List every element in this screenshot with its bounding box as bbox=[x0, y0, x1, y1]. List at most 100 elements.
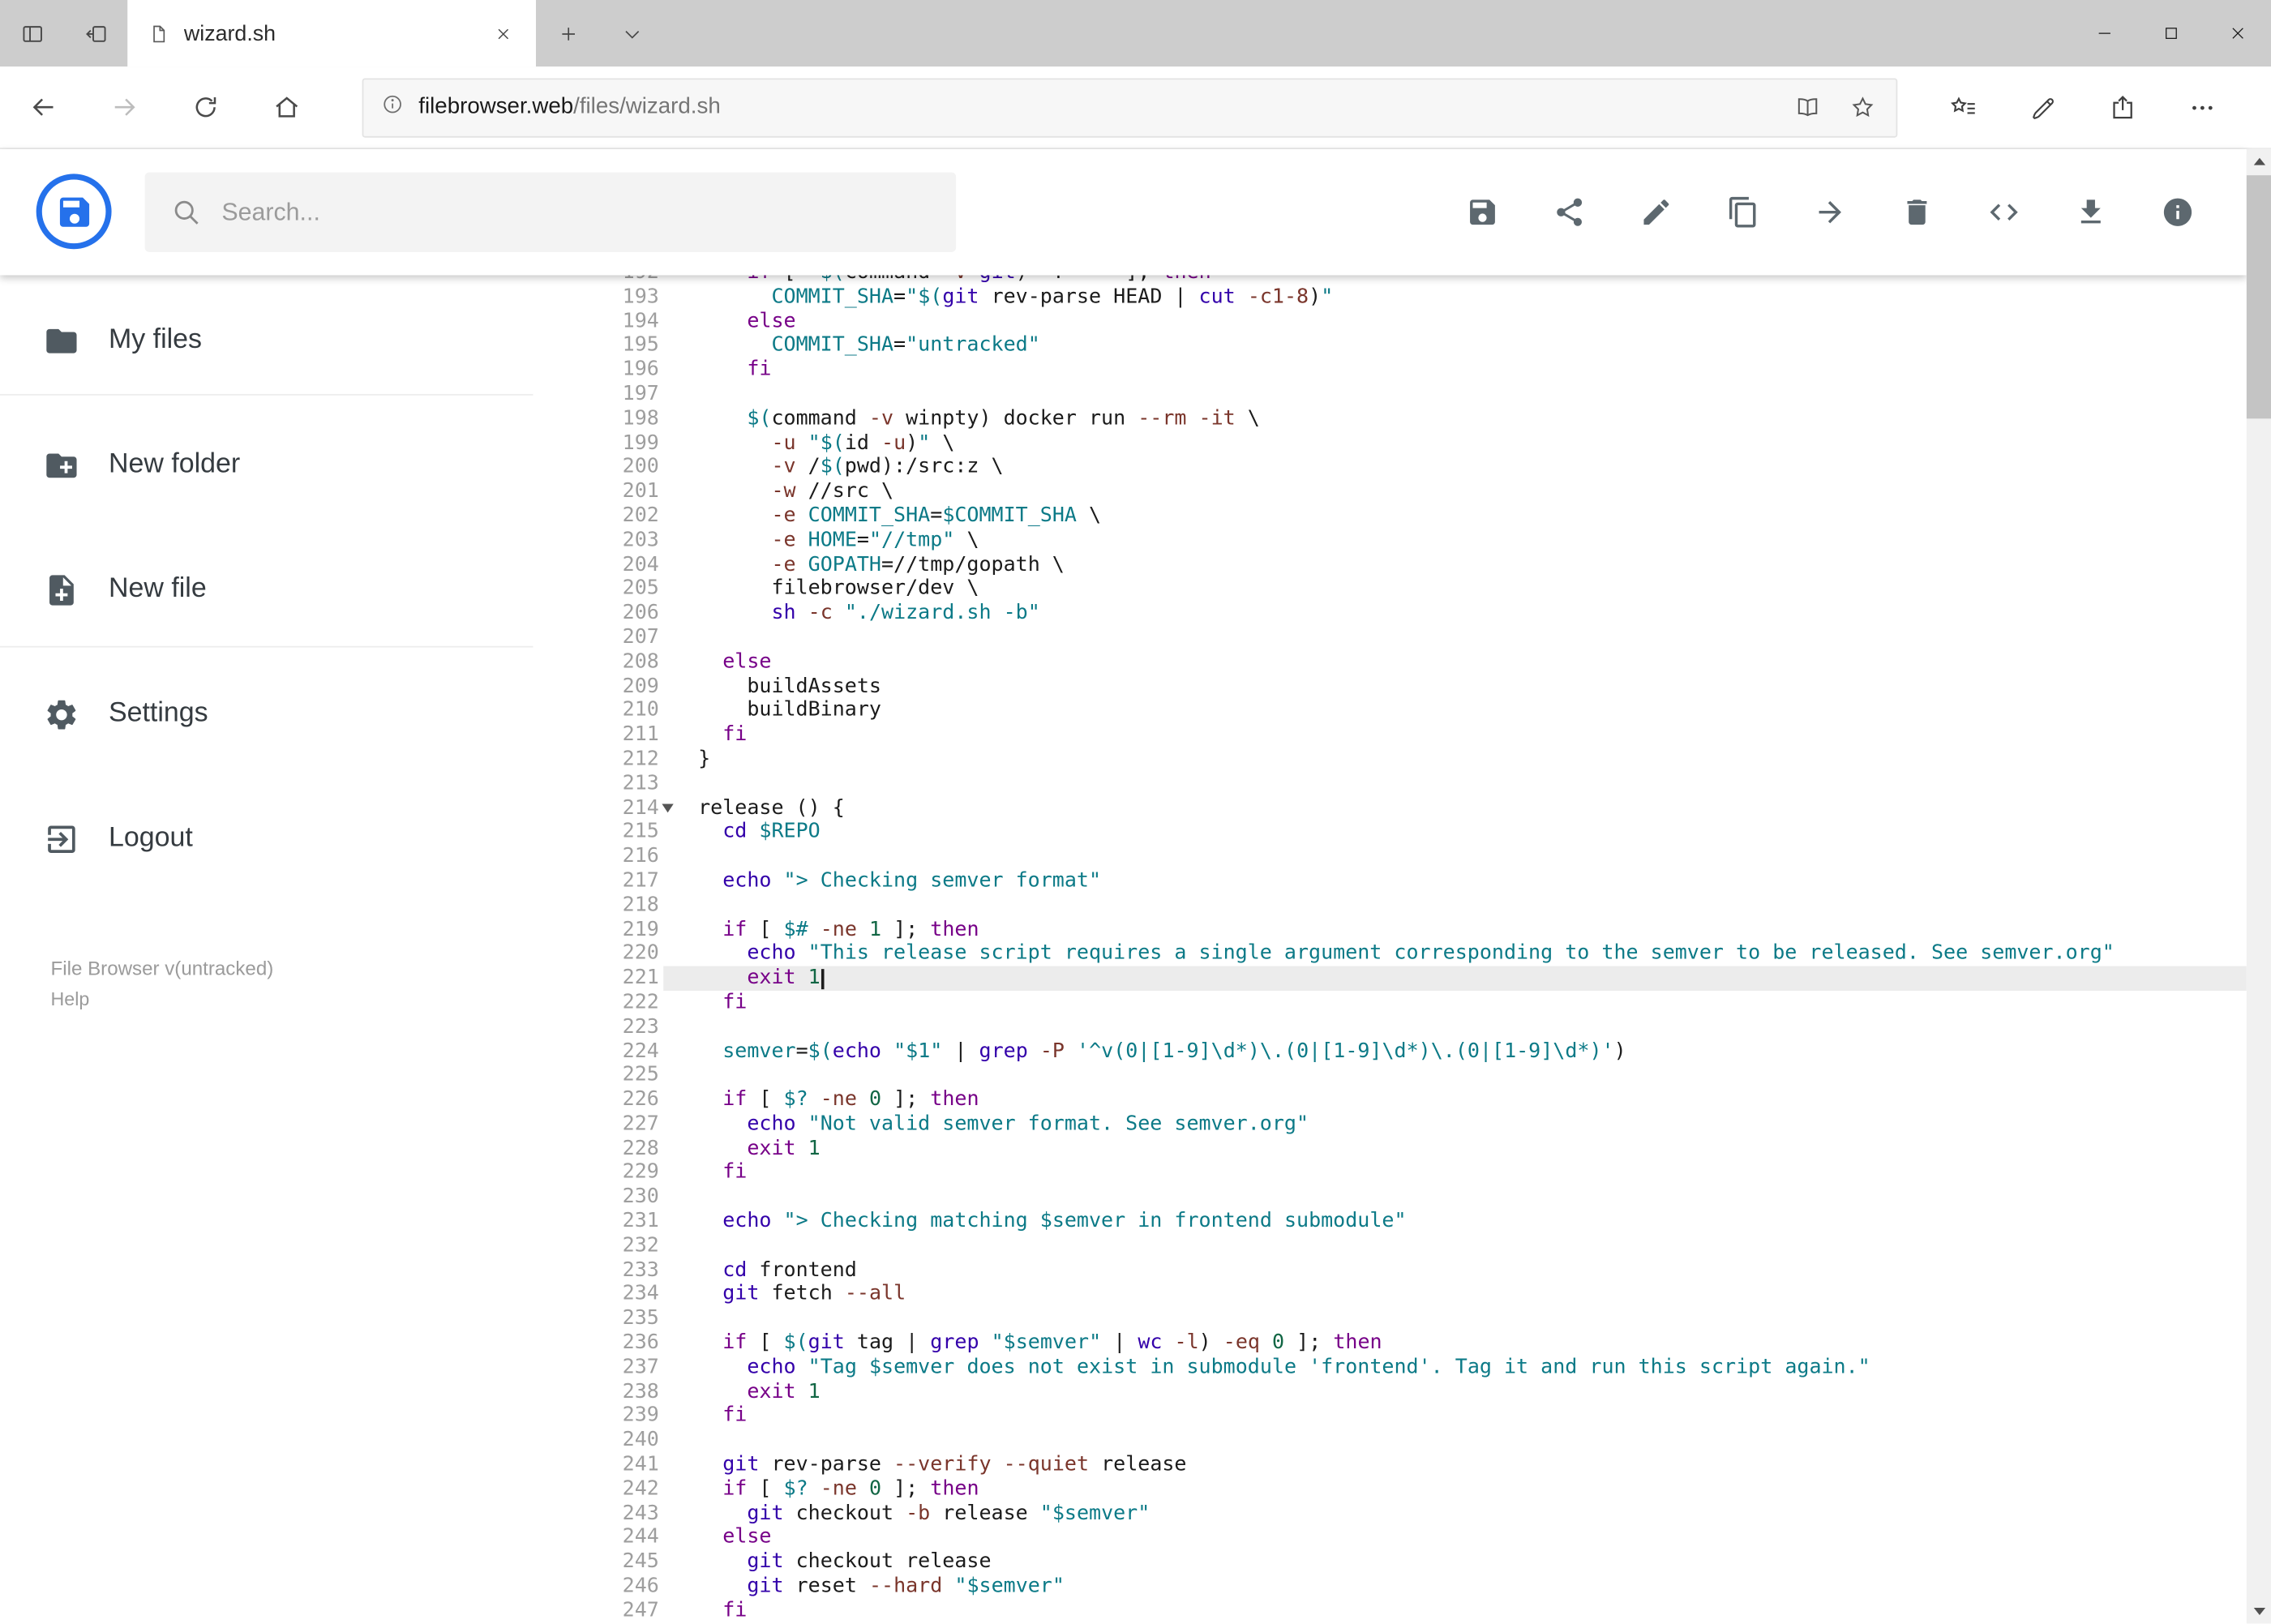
code-line-228[interactable]: 228 exit 1 bbox=[580, 1137, 2247, 1161]
rename-button[interactable] bbox=[1630, 186, 1682, 238]
info-button[interactable] bbox=[2151, 186, 2203, 238]
code-line-244[interactable]: 244 else bbox=[580, 1526, 2247, 1550]
code-line-197[interactable]: 197 bbox=[580, 383, 2247, 407]
code-line-211[interactable]: 211 fi bbox=[580, 723, 2247, 748]
code-line-226[interactable]: 226 if [ $? -ne 0 ]; then bbox=[580, 1088, 2247, 1112]
annotate-button[interactable] bbox=[2003, 66, 2083, 148]
search-box[interactable] bbox=[144, 172, 957, 252]
code-line-221[interactable]: 221 exit 1 bbox=[580, 966, 2247, 991]
sidebar-item-my-files[interactable]: My files bbox=[0, 302, 580, 378]
code-line-227[interactable]: 227 echo "Not valid semver format. See s… bbox=[580, 1112, 2247, 1137]
code-line-231[interactable]: 231 echo "> Checking matching $semver in… bbox=[580, 1210, 2247, 1234]
address-bar[interactable]: filebrowser.web/files/wizard.sh bbox=[362, 77, 1898, 137]
code-line-241[interactable]: 241 git rev-parse --verify --quiet relea… bbox=[580, 1453, 2247, 1477]
more-button[interactable] bbox=[2162, 66, 2242, 148]
move-button[interactable] bbox=[1803, 186, 1855, 238]
delete-button[interactable] bbox=[1890, 186, 1942, 238]
code-line-236[interactable]: 236 if [ $(git tag | grep "$semver" | wc… bbox=[580, 1331, 2247, 1356]
code-line-238[interactable]: 238 exit 1 bbox=[580, 1380, 2247, 1404]
sidebar-item-new-file[interactable]: New file bbox=[0, 552, 580, 628]
save-button[interactable] bbox=[1455, 186, 1507, 238]
code-line-196[interactable]: 196 fi bbox=[580, 358, 2247, 383]
code-line-214[interactable]: 214 release () { bbox=[580, 796, 2247, 821]
copy-button[interactable] bbox=[1716, 186, 1768, 238]
code-line-242[interactable]: 242 if [ $? -ne 0 ]; then bbox=[580, 1477, 2247, 1502]
code-line-245[interactable]: 245 git checkout release bbox=[580, 1550, 2247, 1575]
scrollbar-thumb[interactable] bbox=[2246, 175, 2271, 419]
sidebar-item-new-folder[interactable]: New folder bbox=[0, 427, 580, 503]
code-line-235[interactable]: 235 bbox=[580, 1307, 2247, 1331]
code-line-198[interactable]: 198 $(command -v winpty) docker run --rm… bbox=[580, 407, 2247, 431]
page-scrollbar[interactable] bbox=[2246, 149, 2271, 1624]
code-line-225[interactable]: 225 bbox=[580, 1064, 2247, 1088]
code-line-240[interactable]: 240 bbox=[580, 1429, 2247, 1453]
code-line-213[interactable]: 213 bbox=[580, 772, 2247, 796]
code-line-209[interactable]: 209 buildAssets bbox=[580, 675, 2247, 699]
show-set-aside-tabs-button[interactable] bbox=[0, 0, 64, 66]
code-line-223[interactable]: 223 bbox=[580, 1015, 2247, 1039]
code-line-204[interactable]: 204 -e GOPATH=//tmp/gopath \ bbox=[580, 553, 2247, 577]
code-line-232[interactable]: 232 bbox=[580, 1234, 2247, 1258]
code-line-224[interactable]: 224 semver=$(echo "$1" | grep -P '^v(0|[… bbox=[580, 1039, 2247, 1064]
reading-view-button[interactable] bbox=[1780, 79, 1836, 135]
favorites-hub-button[interactable] bbox=[1923, 66, 2003, 148]
code-line-202[interactable]: 202 -e COMMIT_SHA=$COMMIT_SHA \ bbox=[580, 504, 2247, 529]
refresh-button[interactable] bbox=[165, 66, 246, 148]
forward-button[interactable] bbox=[84, 66, 165, 148]
add-favorite-button[interactable] bbox=[1835, 79, 1890, 135]
code-line-216[interactable]: 216 bbox=[580, 845, 2247, 869]
set-tabs-aside-button[interactable] bbox=[64, 0, 128, 66]
code-line-193[interactable]: 193 COMMIT_SHA="$(git rev-parse HEAD | c… bbox=[580, 285, 2247, 310]
close-button[interactable] bbox=[2205, 0, 2271, 66]
code-line-233[interactable]: 233 cd frontend bbox=[580, 1258, 2247, 1283]
code-line-222[interactable]: 222 fi bbox=[580, 991, 2247, 1015]
code-line-220[interactable]: 220 echo "This release script requires a… bbox=[580, 942, 2247, 966]
search-input[interactable] bbox=[221, 197, 930, 227]
code-line-234[interactable]: 234 git fetch --all bbox=[580, 1283, 2247, 1307]
code-line-200[interactable]: 200 -v /$(pwd):/src:z \ bbox=[580, 456, 2247, 480]
minimize-button[interactable] bbox=[2072, 0, 2138, 66]
sidebar-item-logout[interactable]: Logout bbox=[0, 801, 580, 876]
code-line-205[interactable]: 205 filebrowser/dev \ bbox=[580, 577, 2247, 602]
code-line-229[interactable]: 229 fi bbox=[580, 1161, 2247, 1185]
code-line-203[interactable]: 203 -e HOME="//tmp" \ bbox=[580, 529, 2247, 553]
code-line-237[interactable]: 237 echo "Tag $semver does not exist in … bbox=[580, 1356, 2247, 1380]
code-line-246[interactable]: 246 git reset --hard "$semver" bbox=[580, 1575, 2247, 1599]
tab-preview-toggle[interactable] bbox=[600, 0, 664, 66]
code-line-230[interactable]: 230 bbox=[580, 1185, 2247, 1210]
code-line-247[interactable]: 247 fi bbox=[580, 1599, 2247, 1623]
fold-arrow-icon[interactable] bbox=[659, 796, 676, 821]
code-line-239[interactable]: 239 fi bbox=[580, 1404, 2247, 1429]
app-logo[interactable] bbox=[36, 174, 112, 250]
code-line-212[interactable]: 212} bbox=[580, 748, 2247, 772]
code-line-207[interactable]: 207 bbox=[580, 626, 2247, 650]
code-line-217[interactable]: 217 echo "> Checking semver format" bbox=[580, 869, 2247, 893]
scroll-down-button[interactable] bbox=[2247, 1599, 2271, 1623]
new-tab-button[interactable] bbox=[536, 0, 600, 66]
code-line-219[interactable]: 219 if [ $# -ne 1 ]; then bbox=[580, 918, 2247, 942]
code-button[interactable] bbox=[1977, 186, 2029, 238]
code-line-199[interactable]: 199 -u "$(id -u)" \ bbox=[580, 431, 2247, 456]
code-line-208[interactable]: 208 else bbox=[580, 650, 2247, 675]
code-line-195[interactable]: 195 COMMIT_SHA="untracked" bbox=[580, 334, 2247, 358]
code-line-206[interactable]: 206 sh -c "./wizard.sh -b" bbox=[580, 602, 2247, 626]
code-line-243[interactable]: 243 git checkout -b release "$semver" bbox=[580, 1502, 2247, 1526]
share-page-button[interactable] bbox=[2083, 66, 2162, 148]
download-button[interactable] bbox=[2064, 186, 2116, 238]
home-button[interactable] bbox=[246, 66, 328, 148]
tab-close-icon[interactable] bbox=[484, 15, 521, 52]
browser-tab[interactable]: wizard.sh bbox=[127, 0, 537, 67]
share-button[interactable] bbox=[1543, 186, 1595, 238]
page-info-button[interactable] bbox=[381, 92, 405, 122]
back-button[interactable] bbox=[3, 66, 84, 148]
code-line-194[interactable]: 194 else bbox=[580, 310, 2247, 334]
code-line-215[interactable]: 215 cd $REPO bbox=[580, 821, 2247, 845]
code-editor[interactable]: 192 if [ "$(command -v git)" != "" ]; th… bbox=[579, 149, 2247, 1624]
code-line-201[interactable]: 201 -w //src \ bbox=[580, 480, 2247, 504]
code-line-210[interactable]: 210 buildBinary bbox=[580, 699, 2247, 723]
url-text[interactable]: filebrowser.web/files/wizard.sh bbox=[418, 94, 720, 120]
maximize-button[interactable] bbox=[2138, 0, 2205, 66]
sidebar-item-settings[interactable]: Settings bbox=[0, 676, 580, 752]
code-line-218[interactable]: 218 bbox=[580, 893, 2247, 918]
help-link[interactable]: Help bbox=[51, 988, 90, 1009]
